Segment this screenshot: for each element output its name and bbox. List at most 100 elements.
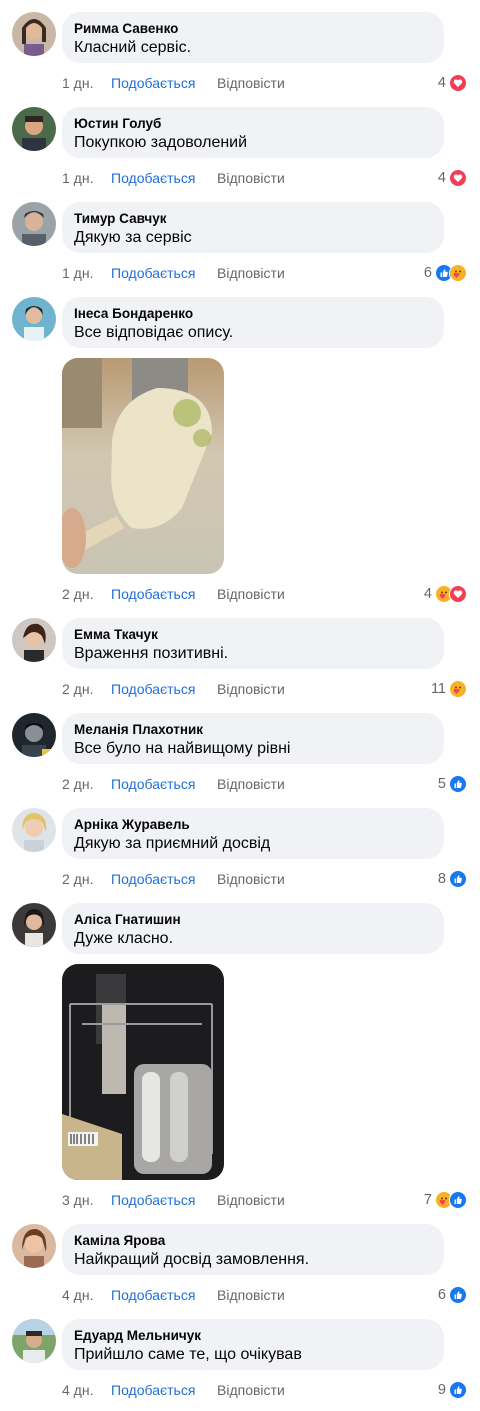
avatar[interactable] [12,903,56,947]
like-icon [449,1190,468,1210]
reaction-summary[interactable]: 4 [438,73,468,93]
comment-bubble: Юстин Голуб Покупкою задоволений [62,107,444,158]
reply-button[interactable]: Відповісти [217,1190,285,1210]
timestamp[interactable]: 1 дн. [62,168,93,188]
love-icon [449,584,468,604]
like-button[interactable]: Подобається [111,168,195,188]
timestamp[interactable]: 1 дн. [62,73,93,93]
author-name[interactable]: Емма Ткачук [74,626,432,643]
popsicle-photo[interactable] [62,358,224,574]
comment-text: Дякую за сервіс [74,229,192,246]
comment-text: Прийшло саме те, що очікував [74,1346,302,1363]
comment-bubble: Римма Савенко Класний сервіс. [62,12,444,63]
reaction-count: 4 [437,75,446,91]
like-button[interactable]: Подобається [111,584,195,604]
reaction-count: 7 [423,1192,432,1208]
comment-text: Враження позитивні. [74,645,229,662]
author-name[interactable]: Арніка Журавель [74,816,432,833]
reaction-count: 6 [437,1287,446,1303]
mold-photo[interactable] [62,964,224,1180]
like-button[interactable]: Подобається [111,73,195,93]
love-icon [449,168,468,188]
reaction-summary[interactable]: 8 [438,869,468,889]
reaction-count: 4 [423,586,432,602]
avatar[interactable] [12,297,56,341]
reaction-summary[interactable]: 9 [438,1380,468,1400]
like-button[interactable]: Подобається [111,869,195,889]
reaction-count: 5 [437,776,446,792]
reply-button[interactable]: Відповісти [217,1285,285,1305]
avatar[interactable] [12,713,56,757]
author-name[interactable]: Каміла Ярова [74,1232,432,1249]
like-icon [449,1285,468,1305]
like-button[interactable]: Подобається [111,774,195,794]
reaction-count: 9 [437,1382,446,1398]
avatar[interactable] [12,12,56,56]
like-icon [449,774,468,794]
reaction-summary[interactable]: 6 [424,263,468,283]
author-name[interactable]: Юстин Голуб [74,115,432,132]
timestamp[interactable]: 4 дн. [62,1380,93,1400]
like-button[interactable]: Подобається [111,1380,195,1400]
comment-text: Класний сервіс. [74,39,192,56]
love-icon [449,73,468,93]
avatar[interactable] [12,107,56,151]
like-button[interactable]: Подобається [111,1190,195,1210]
timestamp[interactable]: 2 дн. [62,584,93,604]
timestamp[interactable]: 2 дн. [62,869,93,889]
avatar[interactable] [12,1319,56,1363]
reply-button[interactable]: Відповісти [217,73,285,93]
author-name[interactable]: Інеса Бондаренко [74,305,432,322]
comment-text: Найкращий досвід замовлення. [74,1251,310,1268]
reply-button[interactable]: Відповісти [217,584,285,604]
author-name[interactable]: Едуард Мельничук [74,1327,432,1344]
timestamp[interactable]: 4 дн. [62,1285,93,1305]
avatar[interactable] [12,618,56,662]
comment-bubble: Меланія Плахотник Все було на найвищому … [62,713,444,764]
timestamp[interactable]: 2 дн. [62,679,93,699]
reaction-summary[interactable]: 4 [438,168,468,188]
reaction-count: 8 [437,871,446,887]
reaction-summary[interactable]: 7 [424,1190,468,1210]
comment-bubble: Аліса Гнатишин Дуже класно. [62,903,444,954]
avatar[interactable] [12,202,56,246]
comment-bubble: Тимур Савчук Дякую за сервіс [62,202,444,253]
timestamp[interactable]: 3 дн. [62,1190,93,1210]
comment-bubble: Інеса Бондаренко Все відповідає опису. [62,297,444,348]
timestamp[interactable]: 1 дн. [62,263,93,283]
like-icon [449,869,468,889]
reply-button[interactable]: Відповісти [217,774,285,794]
like-button[interactable]: Подобається [111,679,195,699]
comment-text: Дякую за приємний досвід [74,835,271,852]
comment-text: Покупкою задоволений [74,134,248,151]
timestamp[interactable]: 2 дн. [62,774,93,794]
like-icon [449,1380,468,1400]
comment-bubble: Емма Ткачук Враження позитивні. [62,618,444,669]
avatar[interactable] [12,1224,56,1268]
reaction-count: 4 [437,170,446,186]
reply-button[interactable]: Відповісти [217,168,285,188]
reply-button[interactable]: Відповісти [217,679,285,699]
author-name[interactable]: Меланія Плахотник [74,721,432,738]
care-icon [449,679,468,699]
avatar[interactable] [12,808,56,852]
like-button[interactable]: Подобається [111,263,195,283]
like-button[interactable]: Подобається [111,1285,195,1305]
reaction-count: 6 [423,265,432,281]
comment-text: Все відповідає опису. [74,324,234,341]
comment-bubble: Каміла Ярова Найкращий досвід замовлення… [62,1224,444,1275]
author-name[interactable]: Аліса Гнатишин [74,911,432,928]
reply-button[interactable]: Відповісти [217,263,285,283]
reaction-summary[interactable]: 5 [438,774,468,794]
reply-button[interactable]: Відповісти [217,1380,285,1400]
reaction-summary[interactable]: 4 [424,584,468,604]
author-name[interactable]: Римма Савенко [74,20,432,37]
reaction-count: 11 [430,681,446,697]
comment-text: Дуже класно. [74,930,174,947]
author-name[interactable]: Тимур Савчук [74,210,432,227]
reply-button[interactable]: Відповісти [217,869,285,889]
reaction-summary[interactable]: 11 [431,679,468,699]
comment-bubble: Арніка Журавель Дякую за приємний досвід [62,808,444,859]
comment-bubble: Едуард Мельничук Прийшло саме те, що очі… [62,1319,444,1370]
reaction-summary[interactable]: 6 [438,1285,468,1305]
